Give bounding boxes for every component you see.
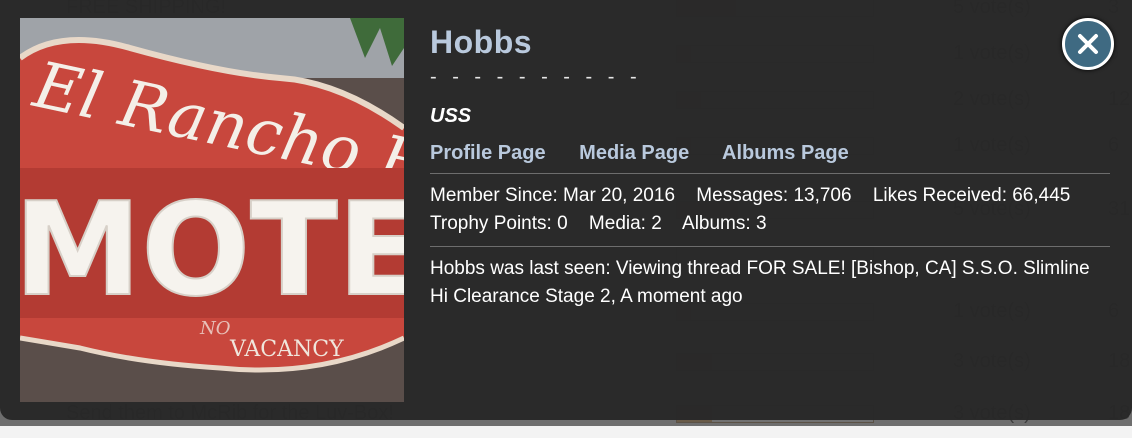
- avatar-vacancy-text: VACANCY: [229, 337, 344, 362]
- member-stats: Member Since: Mar 20, 2016 Messages: 13,…: [430, 182, 1110, 238]
- username-divider: - - - - - - - - - -: [430, 66, 642, 88]
- divider: [430, 246, 1110, 247]
- username[interactable]: Hobbs: [430, 22, 1110, 62]
- member-avatar: El Rancho Boulder MOTEL VACANCY NO: [20, 18, 404, 402]
- member-info: Hobbs - - - - - - - - - - USS Profile Pa…: [430, 22, 1110, 311]
- likes-received: Likes Received: 66,445: [872, 185, 1071, 206]
- albums-page-link[interactable]: Albums Page: [722, 142, 849, 164]
- member-links: Profile Page Media Page Albums Page: [430, 142, 1110, 165]
- last-seen-status: Hobbs was last seen: Viewing thread FOR …: [430, 258, 1090, 307]
- albums-count: Albums: 3: [682, 213, 767, 234]
- profile-page-link[interactable]: Profile Page: [430, 142, 546, 164]
- close-button[interactable]: [1062, 18, 1114, 70]
- media-count: Media: 2: [588, 213, 662, 234]
- user-title: USS: [430, 105, 472, 127]
- motel-sign-avatar-image: El Rancho Boulder MOTEL VACANCY NO: [20, 18, 404, 402]
- media-page-link[interactable]: Media Page: [579, 142, 689, 164]
- avatar-no-text: NO: [199, 318, 231, 339]
- trophy-points: Trophy Points: 0: [430, 213, 568, 234]
- member-since: Member Since: Mar 20, 2016: [430, 185, 676, 206]
- close-icon: [1078, 34, 1098, 54]
- divider: [430, 173, 1110, 174]
- messages-count: Messages: 13,706: [696, 185, 852, 206]
- avatar-motel-text: MOTEL: [20, 176, 404, 325]
- member-card: El Rancho Boulder MOTEL VACANCY NO Hobbs…: [0, 0, 1132, 420]
